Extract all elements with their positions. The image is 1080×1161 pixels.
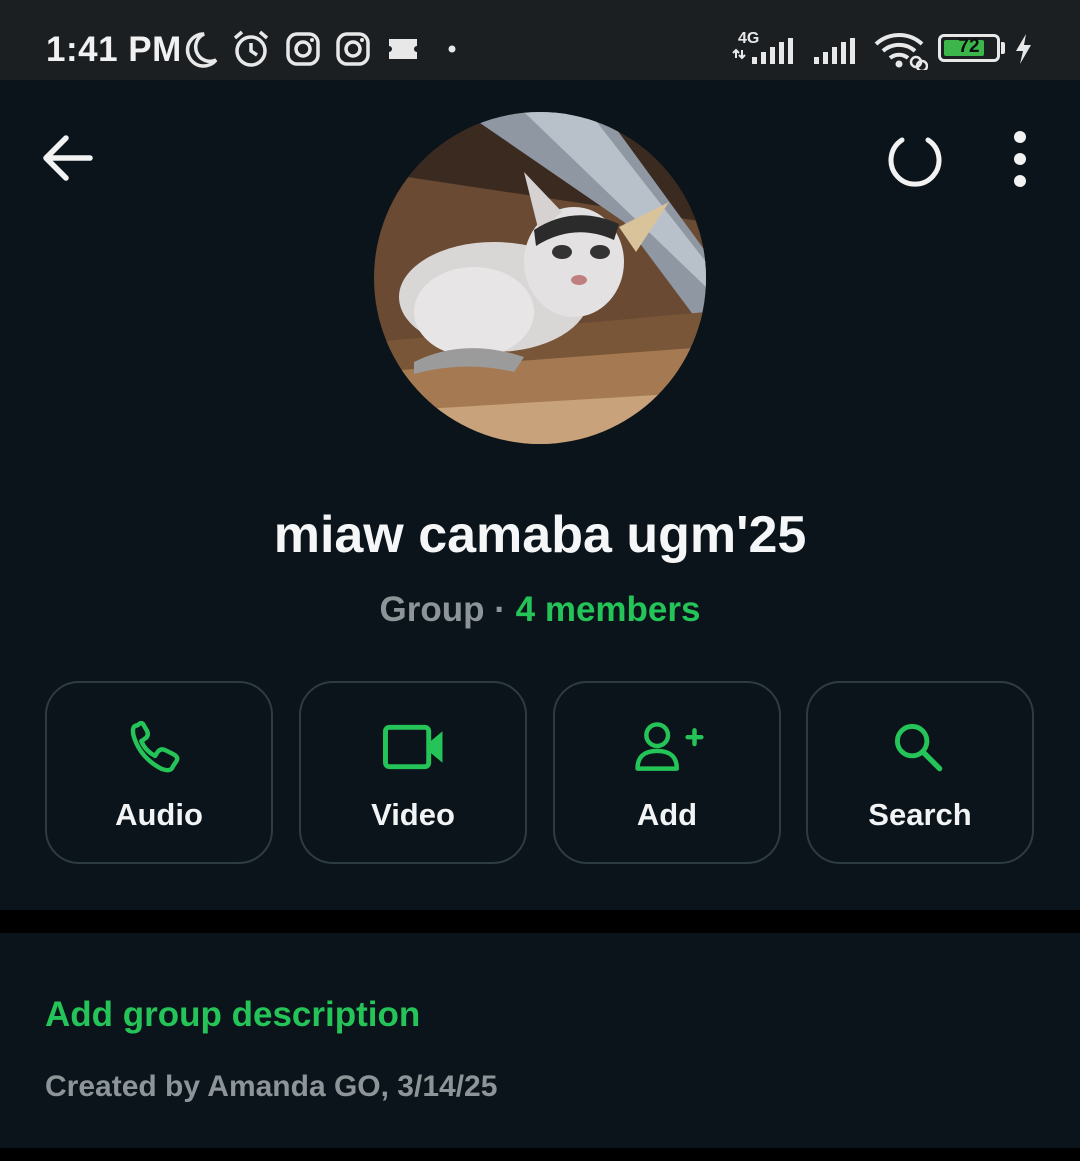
back-button[interactable] bbox=[38, 130, 96, 186]
status-bar: 1:41 PM 4G 72 bbox=[0, 0, 1080, 80]
audio-call-button[interactable]: Audio bbox=[45, 681, 273, 864]
more-vertical-icon bbox=[1014, 131, 1026, 187]
members-count-link[interactable]: 4 members bbox=[516, 590, 701, 629]
meta-separator: · bbox=[494, 590, 506, 629]
search-button[interactable]: Search bbox=[806, 681, 1034, 864]
description-section: Add group description Created by Amanda … bbox=[0, 933, 1080, 1148]
action-label: Search bbox=[868, 797, 972, 832]
charging-icon bbox=[1016, 34, 1031, 64]
status-time: 1:41 PM bbox=[46, 30, 182, 69]
action-label: Video bbox=[371, 797, 455, 832]
add-member-button[interactable]: Add bbox=[553, 681, 781, 864]
group-avatar[interactable] bbox=[374, 112, 706, 444]
alarm-icon bbox=[233, 30, 269, 67]
notification-icon bbox=[389, 39, 417, 59]
created-by-text: Created by Amanda GO, 3/14/25 bbox=[45, 1070, 498, 1103]
add-person-icon bbox=[635, 722, 704, 771]
signal-4g-icon bbox=[732, 38, 793, 64]
action-label: Add bbox=[636, 797, 698, 832]
instagram-icon bbox=[286, 32, 320, 66]
dot-icon bbox=[448, 45, 456, 53]
group-name: miaw camaba ugm'25 bbox=[273, 506, 807, 564]
more-options-button[interactable] bbox=[998, 128, 1042, 190]
cat-photo bbox=[374, 112, 706, 444]
search-icon bbox=[894, 723, 943, 772]
arrow-left-icon bbox=[43, 135, 93, 181]
group-type-label: Group bbox=[379, 590, 485, 629]
loading-ring-icon bbox=[888, 137, 942, 187]
video-call-button[interactable]: Video bbox=[299, 681, 527, 864]
add-description-link[interactable]: Add group description bbox=[45, 995, 420, 1035]
group-meta: Group · 4 members bbox=[0, 590, 1080, 630]
signal-icon bbox=[814, 38, 855, 64]
video-camera-icon bbox=[383, 724, 443, 770]
wifi-icon bbox=[874, 33, 928, 70]
battery-level: 72 bbox=[958, 36, 980, 57]
sync-status-button[interactable] bbox=[880, 128, 948, 196]
phone-icon bbox=[130, 720, 180, 773]
instagram-icon bbox=[336, 32, 370, 66]
battery-icon: 72 bbox=[938, 34, 1000, 62]
action-label: Audio bbox=[115, 797, 203, 832]
battery-nub bbox=[1001, 42, 1005, 54]
moon-icon bbox=[185, 32, 218, 68]
